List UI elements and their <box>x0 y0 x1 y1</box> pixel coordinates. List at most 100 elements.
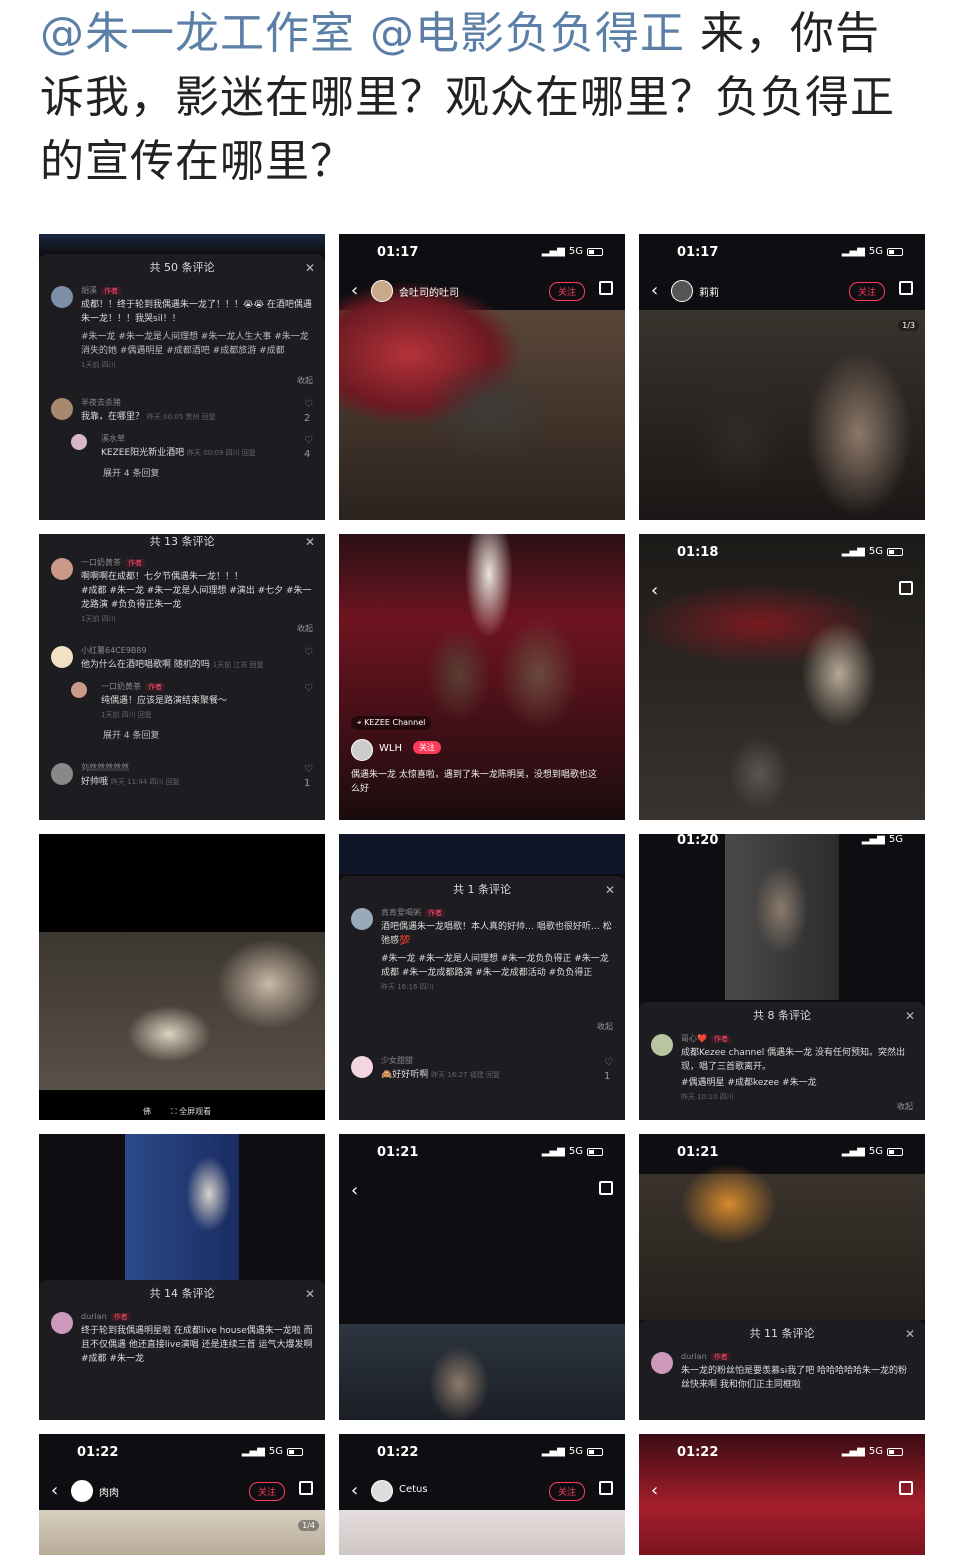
username[interactable]: WLH <box>379 743 402 754</box>
grid-image[interactable]: 共 14 条评论 ✕ durian 作者 终于轮到我偶遇明星啦 在成都live ho… <box>39 1134 325 1420</box>
signal-icon: ▂▄▆ <box>241 1446 265 1457</box>
photo-bg <box>339 234 625 520</box>
share-icon[interactable] <box>899 1481 913 1495</box>
expand-replies[interactable]: 展开 4 条回复 <box>39 728 325 747</box>
follow-button[interactable]: 关注 <box>548 282 585 301</box>
fullscreen-button[interactable]: ⛶ 全屏观看 <box>171 1106 211 1117</box>
comment-reply: 溪水草 KEZEE阳光新业酒吧 昨天 00:09 四川 回复 ♡ 4 <box>39 430 325 466</box>
comment-item: 胡溪 作者 成都！！终于轮到我偶遇朱一龙了！！！😭😭 在酒吧偶遇朱一龙！！！我哭s… <box>39 282 325 394</box>
post-header: ‹ 肉肉 关注 <box>39 1478 325 1506</box>
follow-button[interactable]: 关注 <box>548 1482 585 1501</box>
post-header: ‹ 莉莉 关注 <box>639 278 925 306</box>
comment-item: 肯肯爱喝粥 作者 酒吧偶遇朱一龙唱歌！本人真的好帅… 唱歌也很好听… 松弛感💯 #… <box>339 904 625 1040</box>
back-icon[interactable]: ‹ <box>51 1480 58 1501</box>
share-icon[interactable] <box>599 281 613 295</box>
avatar[interactable] <box>371 280 393 302</box>
share-icon[interactable] <box>299 1481 313 1495</box>
location-tag[interactable]: ⌖ KEZEE Channel <box>351 716 432 730</box>
post-header: ‹ 会吐司的吐司 关注 <box>339 278 625 306</box>
photo-bg <box>39 834 325 1120</box>
grid-image[interactable]: 01:22 ▂▄▆ 5G ‹ <box>639 1434 925 1555</box>
heart-icon[interactable]: ♡ <box>304 682 313 696</box>
mention-link[interactable]: @电影负负得正 <box>370 8 685 59</box>
photo-bg <box>339 1134 625 1420</box>
close-icon[interactable]: ✕ <box>305 534 315 550</box>
avatar[interactable] <box>351 739 373 761</box>
signal-icon: ▂▄▆ <box>841 246 865 257</box>
share-icon[interactable] <box>599 1181 613 1195</box>
page-indicator: 1/3 <box>898 320 919 331</box>
grid-image[interactable]: 佛 ⛶ 全屏观看 <box>39 834 325 1120</box>
avatar[interactable] <box>371 1480 393 1502</box>
close-icon[interactable]: ✕ <box>905 1002 915 1030</box>
comment-item: 半夜去杀猪 我靠，在哪里？ 昨天 00:05 贵州 回复 ♡ 2 <box>39 394 325 430</box>
avatar[interactable] <box>51 1312 73 1334</box>
post-text: @朱一龙工作室 @电影负负得正 来，你告诉我，影迷在哪里？观众在哪里？负负得正的… <box>40 2 920 194</box>
grid-image[interactable]: 01:17 ▂▄▆ 5G ‹ 会吐司的吐司 关注 <box>339 234 625 520</box>
signal-icon: ▂▄▆ <box>861 834 885 845</box>
comment-item: 哥心❤️ 作者 成都Kezee channel 偶遇朱一龙 没有任何预知。突然出现… <box>639 1030 925 1120</box>
avatar[interactable] <box>351 908 373 930</box>
grid-image[interactable]: 01:20 ▂▄▆ 5G 共 8 条评论 ✕ 哥心❤️ 作者 成都Kezee chan… <box>639 834 925 1120</box>
avatar[interactable] <box>351 1056 373 1078</box>
back-icon[interactable]: ‹ <box>351 1480 358 1501</box>
signal-icon: ▂▄▆ <box>541 246 565 257</box>
post-header: ‹ <box>339 1178 625 1206</box>
status-bar: 01:17 ▂▄▆ 5G <box>639 234 925 274</box>
share-icon[interactable] <box>599 1481 613 1495</box>
heart-icon[interactable]: ♡ <box>304 646 313 660</box>
avatar[interactable] <box>51 398 73 420</box>
mention-link[interactable]: @朱一龙工作室 <box>40 8 355 59</box>
grid-image[interactable]: 01:17 ▂▄▆ 5G ‹ 莉莉 关注 1/3 <box>639 234 925 520</box>
avatar[interactable] <box>71 682 87 698</box>
grid-image[interactable]: 01:22 ▂▄▆ 5G ‹ 肉肉 关注 1/4 <box>39 1434 325 1555</box>
back-icon[interactable]: ‹ <box>651 1480 658 1501</box>
watch-label[interactable]: 佛 <box>143 1106 151 1117</box>
grid-image[interactable]: 01:18 ▂▄▆ 5G ‹ <box>639 534 925 820</box>
comment-count: 共 11 条评论 ✕ <box>639 1320 925 1348</box>
back-icon[interactable]: ‹ <box>351 280 358 301</box>
close-icon[interactable]: ✕ <box>305 1280 315 1308</box>
back-icon[interactable]: ‹ <box>651 280 658 301</box>
status-bar: 01:22 ▂▄▆ 5G <box>639 1434 925 1474</box>
avatar[interactable] <box>51 763 73 785</box>
comment-sheet: 共 1 条评论 ✕ 肯肯爱喝粥 作者 酒吧偶遇朱一龙唱歌！本人真的好帅… 唱歌也很好… <box>339 876 625 1120</box>
share-icon[interactable] <box>899 281 913 295</box>
close-icon[interactable]: ✕ <box>605 876 615 904</box>
battery-icon <box>587 247 603 256</box>
grid-image[interactable]: 01:21 ▂▄▆ 5G 共 11 条评论 ✕ durian 作者 朱一龙的粉丝怕是要… <box>639 1134 925 1420</box>
image-grid: 共 50 条评论 ✕ 胡溪 作者 成都！！终于轮到我偶遇朱一龙了！！！😭😭 在酒吧偶… <box>39 234 925 1555</box>
avatar[interactable] <box>671 280 693 302</box>
share-icon[interactable] <box>899 581 913 595</box>
heart-icon[interactable]: ♡ 1 <box>304 763 313 791</box>
signal-icon: ▂▄▆ <box>541 1146 565 1157</box>
back-icon[interactable]: ‹ <box>351 1180 358 1201</box>
follow-button[interactable]: 关注 <box>413 741 441 754</box>
grid-image[interactable]: ⌖ KEZEE Channel WLH 关注 偶遇朱一龙 太惊喜啦，遇到了朱一龙… <box>339 534 625 820</box>
comment-item: 少女甜甜 🙈好好听啊 昨天 16:27 福建 回复 ♡ 1 <box>339 1052 625 1088</box>
avatar[interactable] <box>51 646 73 668</box>
follow-button[interactable]: 关注 <box>848 282 885 301</box>
avatar[interactable] <box>71 434 87 450</box>
comment-sheet: 共 11 条评论 ✕ durian 作者 朱一龙的粉丝怕是要羡慕si我了吧 哈哈哈哈… <box>639 1320 925 1420</box>
grid-image[interactable]: 01:21 ▂▄▆ 5G ‹ <box>339 1134 625 1420</box>
heart-icon[interactable]: ♡ 2 <box>304 398 313 426</box>
follow-button[interactable]: 关注 <box>248 1482 285 1501</box>
avatar[interactable] <box>71 1480 93 1502</box>
heart-icon[interactable]: ♡ 1 <box>604 1056 613 1084</box>
avatar[interactable] <box>51 286 73 308</box>
back-icon[interactable]: ‹ <box>651 580 658 601</box>
grid-image[interactable]: 共 13 条评论 ✕ 一口奶黄茶 作者 啊啊啊在成都！七夕节偶遇朱一龙！！！ #成都… <box>39 534 325 820</box>
grid-image[interactable]: 共 50 条评论 ✕ 胡溪 作者 成都！！终于轮到我偶遇朱一龙了！！！😭😭 在酒吧偶… <box>39 234 325 520</box>
close-icon[interactable]: ✕ <box>305 254 315 282</box>
expand-replies[interactable]: 展开 4 条回复 <box>39 466 325 485</box>
avatar[interactable] <box>51 558 73 580</box>
heart-icon[interactable]: ♡ 4 <box>304 434 313 462</box>
comment-sheet: 共 50 条评论 ✕ 胡溪 作者 成都！！终于轮到我偶遇朱一龙了！！！😭😭 在酒吧偶… <box>39 254 325 520</box>
grid-image[interactable]: 共 1 条评论 ✕ 肯肯爱喝粥 作者 酒吧偶遇朱一龙唱歌！本人真的好帅… 唱歌也很好… <box>339 834 625 1120</box>
grid-image[interactable]: 01:22 ▂▄▆ 5G ‹ Cetus 关注 <box>339 1434 625 1555</box>
avatar[interactable] <box>651 1034 673 1056</box>
close-icon[interactable]: ✕ <box>905 1320 915 1348</box>
avatar[interactable] <box>651 1352 673 1374</box>
comment-count: 共 50 条评论 ✕ <box>39 254 325 282</box>
